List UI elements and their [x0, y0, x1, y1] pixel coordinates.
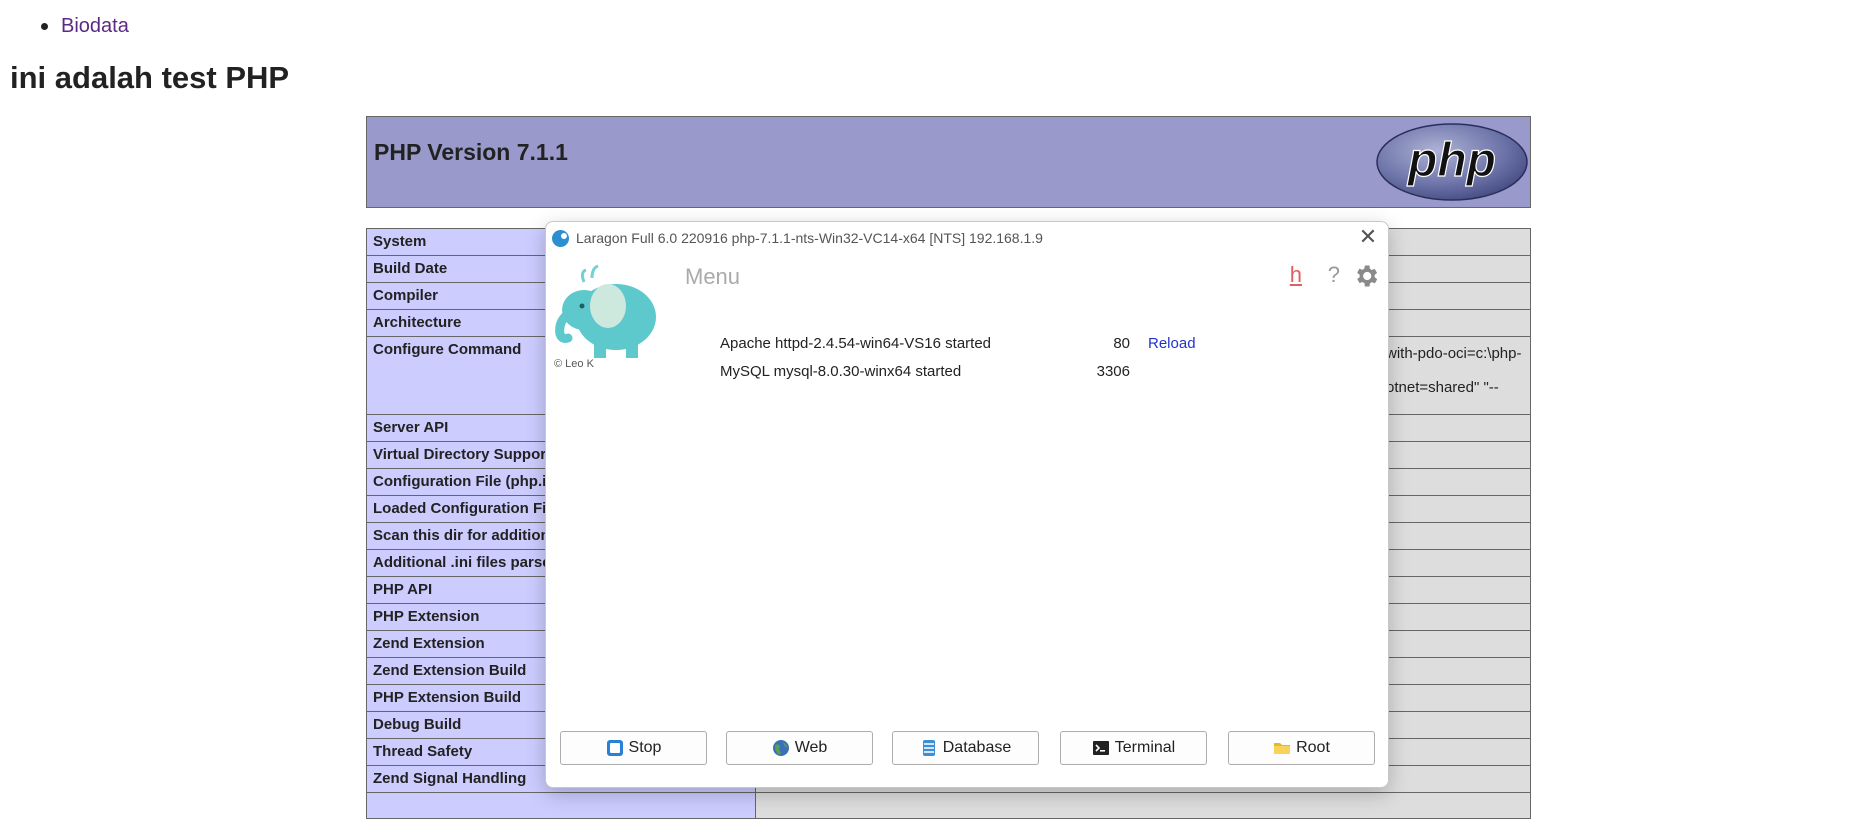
copyright-text: © Leo K — [554, 358, 594, 370]
row-value — [755, 792, 1531, 819]
configure-command-line1: with-pdo-oci=c:\php- — [1386, 345, 1522, 362]
page-heading: ini adalah test PHP — [10, 60, 290, 95]
root-label: Root — [1296, 739, 1330, 756]
web-label: Web — [794, 739, 828, 756]
nav-list: Biodata — [39, 14, 129, 38]
help-icon[interactable]: ? — [1328, 262, 1340, 288]
stop-button[interactable]: Stop — [560, 731, 707, 765]
service-row-apache: Apache httpd-2.4.54-win64-VS16 started 8… — [720, 330, 1280, 358]
stop-label: Stop — [628, 739, 662, 756]
nav-item-biodata: Biodata — [39, 14, 129, 38]
stop-icon — [606, 740, 623, 756]
database-button[interactable]: Database — [892, 731, 1039, 765]
globe-icon — [772, 740, 789, 756]
php-logo-text: php — [1406, 134, 1496, 187]
laragon-app-icon — [552, 230, 569, 247]
biodata-link[interactable]: Biodata — [61, 15, 129, 37]
row-label — [366, 792, 756, 819]
root-button[interactable]: Root — [1228, 731, 1375, 765]
reload-link[interactable]: Reload — [1148, 330, 1196, 358]
service-port: 3306 — [1096, 363, 1130, 380]
close-button[interactable]: ✕ — [1356, 226, 1380, 250]
services-list: Apache httpd-2.4.54-win64-VS16 started 8… — [720, 330, 1280, 386]
menu-button[interactable]: Menu — [685, 264, 740, 290]
database-label: Database — [942, 739, 1012, 756]
laragon-titlebar[interactable]: Laragon Full 6.0 220916 php-7.1.1-nts-Wi… — [546, 222, 1388, 252]
h-icon[interactable]: h — [1290, 262, 1302, 288]
terminal-label: Terminal — [1114, 739, 1176, 756]
laragon-window: Laragon Full 6.0 220916 php-7.1.1-nts-Wi… — [545, 221, 1389, 788]
phpinfo-header: PHP Version 7.1.1 php — [366, 116, 1531, 208]
laragon-button-bar: Stop Web Database Terminal Root — [546, 731, 1388, 771]
folder-icon — [1274, 743, 1291, 754]
elephant-logo — [555, 264, 656, 358]
terminal-button[interactable]: Terminal — [1060, 731, 1207, 765]
configure-command-line2: otnet=shared" "-- — [1386, 379, 1499, 396]
service-port: 80 — [1113, 335, 1130, 352]
database-icon — [922, 740, 935, 756]
service-row-mysql: MySQL mysql-8.0.30-winx64 started 3306 — [720, 358, 1280, 386]
laragon-title: Laragon Full 6.0 220916 php-7.1.1-nts-Wi… — [576, 230, 1043, 246]
table-row — [366, 792, 1531, 819]
web-button[interactable]: Web — [726, 731, 873, 765]
php-version-title: PHP Version 7.1.1 — [374, 139, 568, 165]
service-name: MySQL mysql-8.0.30-winx64 started — [720, 363, 962, 380]
laragon-toolbar: h ? — [1260, 260, 1380, 290]
terminal-icon — [1092, 741, 1109, 755]
service-name: Apache httpd-2.4.54-win64-VS16 started — [720, 335, 992, 352]
gear-icon[interactable] — [1352, 262, 1380, 290]
php-logo: php — [1376, 123, 1528, 201]
